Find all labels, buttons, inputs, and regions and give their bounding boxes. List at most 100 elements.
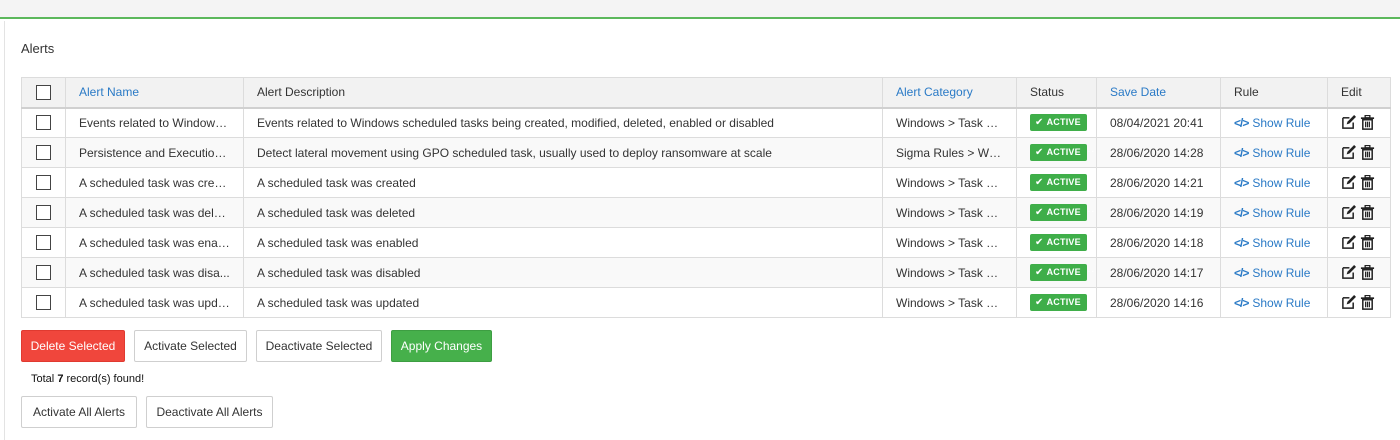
- row-select-cell: [21, 287, 66, 318]
- header-alert-category[interactable]: Alert Category: [882, 77, 1017, 109]
- alert-category-cell: Windows > Task S...: [882, 287, 1017, 318]
- code-icon: </>: [1234, 235, 1249, 250]
- rule-cell: </> Show Rule: [1220, 287, 1328, 318]
- alert-description-cell: A scheduled task was deleted: [243, 197, 883, 228]
- show-rule-label: Show Rule: [1252, 175, 1311, 190]
- alert-name-cell: A scheduled task was delet...: [65, 197, 244, 228]
- row-checkbox[interactable]: [36, 265, 51, 281]
- edit-icon[interactable]: [1341, 115, 1356, 130]
- alert-category-cell: Windows > Task S...: [882, 107, 1017, 138]
- deactivate-all-alerts-button[interactable]: Deactivate All Alerts: [146, 396, 273, 428]
- status-cell: ✔ ACTIVE: [1016, 167, 1097, 198]
- trash-icon[interactable]: [1360, 144, 1375, 160]
- show-rule-label: Show Rule: [1252, 205, 1311, 220]
- status-label: ACTIVE: [1046, 177, 1081, 187]
- trash-icon[interactable]: [1360, 264, 1375, 280]
- page-title: Alerts: [21, 41, 55, 56]
- row-checkbox[interactable]: [36, 295, 51, 311]
- trash-icon[interactable]: [1360, 204, 1375, 220]
- status-badge: ✔ ACTIVE: [1030, 294, 1087, 311]
- edit-cell: [1327, 197, 1391, 228]
- code-icon: </>: [1234, 265, 1249, 280]
- header-status: Status: [1016, 77, 1097, 109]
- show-rule-link[interactable]: </> Show Rule: [1234, 146, 1310, 160]
- status-badge: ✔ ACTIVE: [1030, 204, 1087, 221]
- status-label: ACTIVE: [1046, 117, 1081, 128]
- row-select-cell: [21, 197, 66, 228]
- header-alert-name[interactable]: Alert Name: [65, 77, 244, 109]
- edit-icon[interactable]: [1341, 235, 1356, 250]
- status-badge: ✔ ACTIVE: [1030, 114, 1087, 132]
- edit-icon[interactable]: [1341, 175, 1356, 190]
- edit-icon[interactable]: [1341, 295, 1356, 310]
- show-rule-link[interactable]: </> Show Rule: [1234, 116, 1310, 130]
- code-icon: </>: [1234, 145, 1249, 160]
- show-rule-link[interactable]: </> Show Rule: [1234, 206, 1310, 220]
- rule-cell: </> Show Rule: [1220, 227, 1328, 258]
- status-cell: ✔ ACTIVE: [1016, 107, 1097, 138]
- activate-all-alerts-button[interactable]: Activate All Alerts: [21, 396, 137, 428]
- code-icon: </>: [1234, 295, 1249, 310]
- save-date-cell: 28/06/2020 14:28: [1096, 137, 1221, 168]
- table-row: A scheduled task was upda... A scheduled …: [21, 287, 1391, 318]
- edit-icon[interactable]: [1341, 145, 1356, 160]
- check-icon: ✔: [1035, 177, 1044, 188]
- top-bar: [0, 0, 1400, 19]
- row-checkbox[interactable]: [36, 115, 51, 131]
- edit-icon[interactable]: [1341, 205, 1356, 220]
- edit-cell: [1327, 167, 1391, 198]
- code-icon: </>: [1234, 175, 1249, 190]
- table-row: Persistence and Execution ... Detect late…: [21, 137, 1391, 168]
- trash-icon[interactable]: [1360, 294, 1375, 310]
- show-rule-link[interactable]: </> Show Rule: [1234, 176, 1310, 190]
- trash-icon[interactable]: [1360, 115, 1375, 131]
- row-checkbox[interactable]: [36, 175, 51, 191]
- alert-category-cell: Windows > Task S...: [882, 227, 1017, 258]
- alert-name-cell: A scheduled task was enab...: [65, 227, 244, 258]
- status-cell: ✔ ACTIVE: [1016, 287, 1097, 318]
- deactivate-selected-button[interactable]: Deactivate Selected: [256, 330, 382, 362]
- alert-description-cell: Events related to Windows scheduled task…: [243, 107, 883, 138]
- status-label: ACTIVE: [1046, 297, 1081, 307]
- trash-icon[interactable]: [1360, 234, 1375, 250]
- alert-description-cell: A scheduled task was enabled: [243, 227, 883, 258]
- show-rule-link[interactable]: </> Show Rule: [1234, 236, 1310, 250]
- row-select-cell: [21, 107, 66, 138]
- edit-cell: [1327, 257, 1391, 288]
- header-save-date[interactable]: Save Date: [1096, 77, 1221, 109]
- save-date-cell: 28/06/2020 14:21: [1096, 167, 1221, 198]
- save-date-cell: 28/06/2020 14:19: [1096, 197, 1221, 228]
- status-badge: ✔ ACTIVE: [1030, 144, 1087, 161]
- edit-cell: [1327, 287, 1391, 318]
- status-cell: ✔ ACTIVE: [1016, 197, 1097, 228]
- apply-changes-button[interactable]: Apply Changes: [391, 330, 492, 362]
- edit-cell: [1327, 227, 1391, 258]
- show-rule-label: Show Rule: [1252, 235, 1311, 250]
- alert-description-cell: A scheduled task was updated: [243, 287, 883, 318]
- table-row: A scheduled task was disa... A scheduled …: [21, 257, 1391, 288]
- summary-count: 7: [57, 373, 64, 385]
- alert-name-cell: Persistence and Execution ...: [65, 137, 244, 168]
- show-rule-link[interactable]: </> Show Rule: [1234, 296, 1310, 310]
- header-rule: Rule: [1220, 77, 1328, 109]
- rule-cell: </> Show Rule: [1220, 137, 1328, 168]
- row-checkbox[interactable]: [36, 145, 51, 161]
- summary-prefix: Total: [31, 373, 55, 385]
- select-all-checkbox[interactable]: [36, 84, 51, 100]
- row-checkbox[interactable]: [36, 235, 51, 251]
- show-rule-label: Show Rule: [1252, 145, 1311, 160]
- show-rule-link[interactable]: </> Show Rule: [1234, 266, 1310, 280]
- trash-icon[interactable]: [1360, 174, 1375, 190]
- save-date-cell: 28/06/2020 14:18: [1096, 227, 1221, 258]
- alert-category-cell: Windows > Task S...: [882, 257, 1017, 288]
- header-alert-description: Alert Description: [243, 77, 883, 109]
- alert-category-cell: Windows > Task S...: [882, 197, 1017, 228]
- status-badge: ✔ ACTIVE: [1030, 174, 1087, 191]
- check-icon: ✔: [1035, 237, 1044, 248]
- activate-selected-button[interactable]: Activate Selected: [134, 330, 247, 362]
- row-checkbox[interactable]: [36, 205, 51, 221]
- delete-selected-button[interactable]: Delete Selected: [21, 330, 125, 362]
- records-summary: Total 7 record(s) found!: [31, 373, 144, 385]
- show-rule-label: Show Rule: [1252, 265, 1311, 280]
- edit-icon[interactable]: [1341, 265, 1356, 280]
